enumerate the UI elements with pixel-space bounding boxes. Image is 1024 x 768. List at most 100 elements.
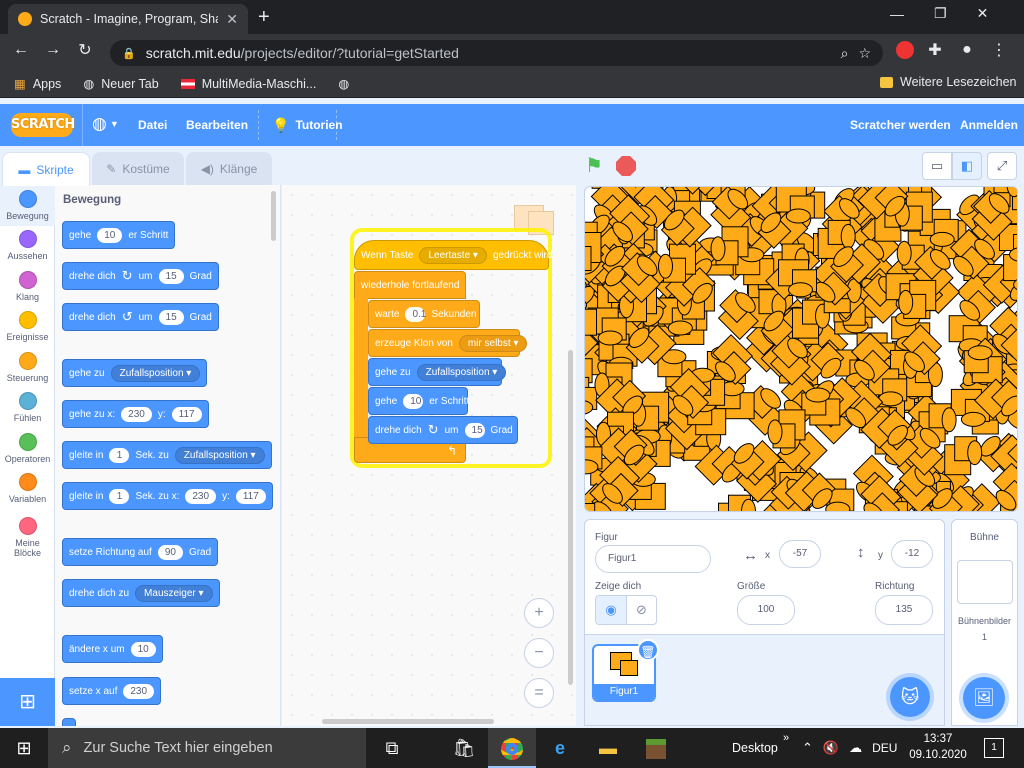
sprite-name-field[interactable]: Figur1 [595,545,711,573]
block-goto-xy[interactable]: gehe zu x: 230 y: 117 [62,400,209,428]
block-glide-target[interactable]: gleite in 1 Sek. zu Zufallsposition ▾ [62,441,272,469]
minecraft-icon[interactable] [632,728,680,768]
input-language[interactable]: DEU [872,741,897,755]
extensions-puzzle-icon[interactable]: ✚ [924,40,946,60]
forward-arrow-icon[interactable]: → [42,41,64,59]
block-partial[interactable] [62,718,76,726]
x-field[interactable]: -57 [779,540,821,568]
block-script-goto[interactable]: gehe zu Zufallsposition ▾ [368,358,507,386]
taskbar-search[interactable]: ⌕ Zur Suche Text hier eingeben [48,728,366,768]
block-glide-xy[interactable]: gleite in 1 Sek. zu x: 230 y: 117 [62,482,273,510]
new-tab-icon[interactable]: + [258,6,270,29]
block-script-move[interactable]: gehe 10 er Schritt [368,387,469,415]
bookmark-globe[interactable]: ◍ [338,76,349,91]
block-turn-left[interactable]: drehe dich ↺ um 15 Grad [62,303,219,331]
scratch-logo[interactable]: SCRATCH [11,113,75,137]
category-sound[interactable]: Klang [0,266,55,307]
stage-canvas[interactable] [584,186,1018,512]
maximize-icon[interactable]: ❐ [934,5,947,22]
minimize-icon[interactable]: — [890,6,904,22]
script-goto-dropdown[interactable]: Zufallsposition ▾ [416,363,507,381]
green-flag-icon[interactable]: ⚑ [585,153,609,179]
clock[interactable]: 13:37 09.10.2020 [906,731,970,763]
desktop-toolbar[interactable]: Desktop [732,728,778,768]
explorer-folder-icon[interactable]: ▬ [584,728,632,768]
reload-icon[interactable]: ↻ [74,40,96,60]
store-icon[interactable]: 🛍 [440,728,488,768]
add-backdrop-icon[interactable]: 🖼 [963,677,1005,719]
other-bookmarks[interactable]: Weitere Lesezeichen [880,75,1017,89]
zoom-out-button[interactable]: − [524,638,554,668]
sign-in-link[interactable]: Anmelden [960,104,1018,146]
bookmark-apps[interactable]: ▦ Apps [14,76,61,92]
fullscreen-button[interactable]: ⤢ [987,152,1017,180]
add-extension-button[interactable]: ⊞ [0,678,55,726]
block-script-turn[interactable]: drehe dich ↻ um 15 Grad [368,416,518,444]
category-events[interactable]: Ereignisse [0,307,55,348]
clone-dropdown[interactable]: mir selbst ▾ [458,334,528,352]
point-towards-dropdown[interactable]: Mauszeiger ▾ [135,584,213,602]
delete-sprite-icon[interactable]: 🗑 [637,639,659,661]
stop-sign-icon[interactable] [616,156,636,176]
block-wait[interactable]: warte 0.1 Sekunden [368,300,480,328]
goto-dropdown[interactable]: Zufallsposition ▾ [110,364,201,382]
block-point-towards[interactable]: drehe dich zu Mauszeiger ▾ [62,579,220,607]
block-create-clone[interactable]: erzeuge Klon von mir selbst ▾ [368,329,528,357]
zoom-lens-icon[interactable]: ⌕ [841,45,849,62]
small-stage-button[interactable]: ▭ [922,152,952,180]
eye-visible-icon[interactable]: ◉ [596,596,626,624]
toolbar-expand-icon[interactable]: » [783,732,789,744]
language-menu[interactable]: ◍ ▼ [92,114,119,134]
close-window-icon[interactable]: ✕ [977,5,989,22]
adblock-icon[interactable] [896,41,914,59]
volume-muted-icon[interactable]: 🔇 [823,740,839,756]
menu-edit[interactable]: Bearbeiten [186,104,248,146]
menu-tutorials[interactable]: 💡 Tutorien [272,104,343,146]
category-sensing[interactable]: Fühlen [0,388,55,429]
block-goto-target[interactable]: gehe zu Zufallsposition ▾ [62,359,208,387]
join-scratch-link[interactable]: Scratcher werden [850,104,951,146]
back-arrow-icon[interactable]: ← [10,41,32,59]
edge-icon[interactable]: e [536,728,584,768]
script-vscrollbar[interactable] [568,350,573,685]
block-change-x[interactable]: ändere x um 10 [62,635,163,663]
script-area[interactable]: Wenn Taste Leertaste ▾ gedrückt wird wie… [282,185,576,726]
category-control[interactable]: Steuerung [0,347,55,388]
y-field[interactable]: -12 [891,540,933,568]
eye-hidden-icon[interactable]: ⊘ [626,596,656,624]
browser-tab[interactable]: Scratch - Imagine, Program, Shar ✕ [8,4,248,34]
key-dropdown[interactable]: Leertaste ▾ [419,246,487,264]
close-tab-icon[interactable]: ✕ [226,11,238,28]
profile-avatar-icon[interactable]: ● [956,41,978,59]
block-forever[interactable]: wiederhole fortlaufend [354,271,466,299]
direction-field[interactable]: 135 [875,595,933,625]
stage-target-panel[interactable]: Bühne Bühnenbilder 1 🖼 [951,519,1018,726]
glide-dropdown[interactable]: Zufallsposition ▾ [174,446,265,464]
address-bar[interactable]: 🔒 scratch.mit.edu/projects/editor/?tutor… [110,40,883,66]
category-motion[interactable]: Bewegung [0,185,55,226]
script-hscrollbar[interactable] [322,719,494,724]
palette-scrollbar[interactable] [271,191,276,241]
zoom-in-button[interactable]: + [524,598,554,628]
task-view-icon[interactable]: ⧉ [368,728,416,768]
category-variables[interactable]: Variablen [0,469,55,510]
category-looks[interactable]: Aussehen [0,226,55,267]
category-operators[interactable]: Operatoren [0,428,55,469]
windows-start-icon[interactable]: ⊞ [0,728,48,768]
menu-kebab-icon[interactable]: ⋮ [988,40,1010,60]
chrome-taskbar-icon[interactable] [488,728,536,768]
category-my-blocks[interactable]: Meine Blöcke [0,509,55,565]
tray-chevron-up-icon[interactable]: ⌃ [802,740,813,756]
zoom-reset-button[interactable]: = [524,678,554,708]
tab-code[interactable]: ▬ Skripte [2,152,90,186]
notification-center-icon[interactable]: 1 [984,738,1004,758]
size-field[interactable]: 100 [737,595,795,625]
block-set-x[interactable]: setze x auf 230 [62,677,162,705]
block-point-direction[interactable]: setze Richtung auf 90 Grad [62,538,219,566]
backdrop-thumbnail[interactable] [957,560,1013,604]
block-when-key-pressed[interactable]: Wenn Taste Leertaste ▾ gedrückt wird [354,240,552,270]
bookmark-new-tab[interactable]: ◍ Neuer Tab [83,76,158,92]
bookmark-star-icon[interactable]: ☆ [858,45,871,62]
add-sprite-icon[interactable]: 🐱 [890,677,930,717]
block-turn-right[interactable]: drehe dich ↻ um 15 Grad [62,262,219,290]
